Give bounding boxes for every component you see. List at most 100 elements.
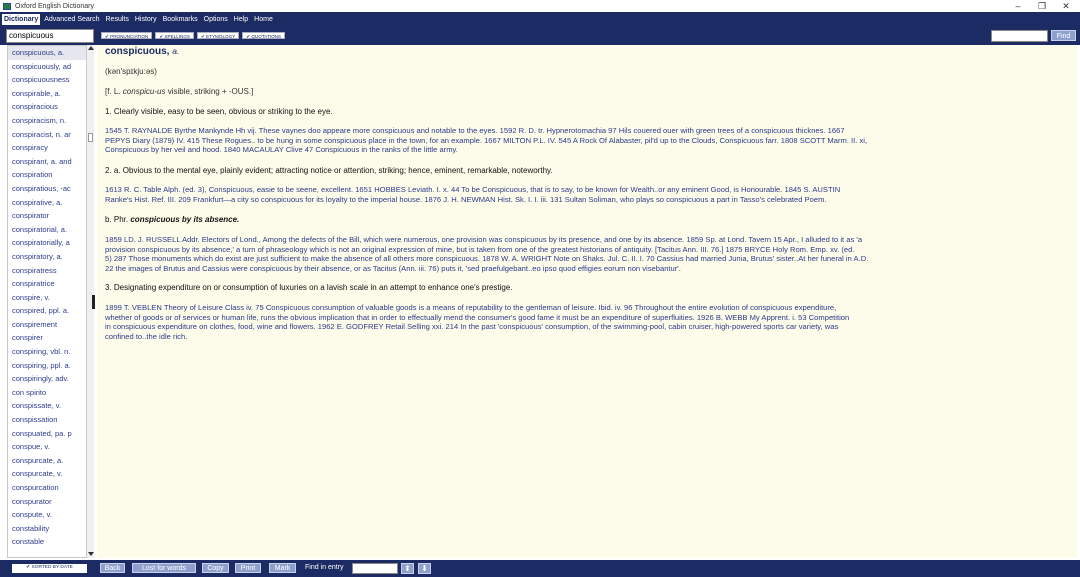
quotation-line: whether of goods or of services or human… [105,312,850,322]
menu-bar: Dictionary Advanced Search Results Histo… [0,12,1080,26]
mark-button[interactable]: Mark [269,563,296,573]
scroll-up-icon[interactable] [88,46,94,50]
quotations-sense-2a: 1613 R. C. Table Alph. (ed. 3), Conspicu… [105,185,1060,204]
quotation-line: confined to..the idle rich. [105,331,188,341]
word-list-item[interactable]: conspue, v. [8,440,93,454]
sense-3: 3. Designating expenditure on or consump… [105,283,513,292]
search-input[interactable]: conspicuous [6,29,94,43]
quotation-line: 1899 T. VEBLEN Theory of Leisure Class i… [105,303,837,312]
close-button[interactable]: ✕ [1056,0,1076,12]
maximize-button[interactable]: ❐ [1032,0,1052,12]
word-list-item[interactable]: conspiratious, -ac [8,182,93,196]
word-list-item[interactable]: conspuated, pa. p [8,427,93,441]
menu-bookmarks[interactable]: Bookmarks [161,14,200,25]
scroll-thumb[interactable] [88,133,93,142]
word-list-item[interactable]: conspiracious [8,100,93,114]
quotation-line: Conspicuous by her veil and hood. 1840 M… [105,145,458,155]
word-list-item[interactable]: conspicuous, a. [8,46,93,60]
filter-bar: ✔ PRONUNCIATION ✔ SPELLINGS ✔ ETYMOLOGY … [101,32,288,39]
quotations-sense-1: 1545 T. RAYNALDE Byrthe Mankynde Hh vij.… [105,126,1060,155]
word-list-item[interactable]: conspiracism, n. [8,114,93,128]
word-list-item[interactable]: conspiratory, a. [8,250,93,264]
word-list-item[interactable]: conspirement [8,318,93,332]
word-list-item[interactable]: conspicuousness [8,73,93,87]
word-list-item[interactable]: conspirant, a. and [8,155,93,169]
find-next-icon[interactable]: ⬇ [418,563,431,574]
etymology-word: conspicu-us [122,87,166,96]
title-bar: Oxford English Dictionary – ❐ ✕ [0,0,1080,12]
find-button[interactable]: Find [1051,30,1076,41]
word-list-item[interactable]: conspiratorially, a [8,236,93,250]
menu-dictionary[interactable]: Dictionary [2,13,41,25]
word-list-item[interactable]: conspiringly, adv. [8,372,93,386]
word-list-item[interactable]: conspiracist, n. ar [8,128,93,142]
copy-button[interactable]: Copy [202,563,229,573]
word-list-item[interactable]: conspiratress [8,264,93,278]
word-list-item[interactable]: constable [8,535,93,549]
word-list-item[interactable]: constability [8,522,93,536]
quotation-line: PEPYS Diary (1879) IV. 415 These Rogues.… [105,135,868,145]
word-list-item[interactable]: conspirator [8,209,93,223]
word-list-item[interactable]: conspissation [8,413,93,427]
menu-results[interactable]: Results [104,14,131,25]
word-list-item[interactable]: conspurcate, a. [8,454,93,468]
word-list-item[interactable]: conspissate, v. [8,399,93,413]
quotation-line: 1545 T. RAYNALDE Byrthe Mankynde Hh vij.… [105,126,845,135]
bottom-bar: ✔ SORTED BY DATE Back Lost for words Cop… [0,560,1080,577]
menu-history[interactable]: History [133,14,159,25]
back-button[interactable]: Back [100,563,125,573]
quotation-line: 1613 R. C. Table Alph. (ed. 3), Conspicu… [105,185,841,194]
headword-text: conspicuous, [105,46,170,57]
word-list-item[interactable]: conspirative, a. [8,196,93,210]
filter-quotations[interactable]: ✔ QUOTATIONS [242,32,286,39]
word-list: conspicuous, a. conspicuously, ad conspi… [7,45,94,558]
quotations-sense-3: 1899 T. VEBLEN Theory of Leisure Class i… [105,303,1060,341]
word-list-item[interactable]: conspiracy [8,141,93,155]
window-title: Oxford English Dictionary [15,2,94,10]
app-icon [3,2,11,10]
minimize-button[interactable]: – [1008,0,1028,12]
headword: conspicuous, a. [105,46,179,57]
entry-divider-handle[interactable] [92,295,95,309]
word-list-item[interactable]: conspute, v. [8,508,93,522]
etymology: [f. L. conspicu-us visible, striking + -… [105,87,253,96]
filter-pronunciation[interactable]: ✔ PRONUNCIATION [101,32,153,39]
sense-2b-label: b. Phr. [105,215,131,224]
word-list-item[interactable]: conspiring, ppl. a. [8,359,93,373]
find-input[interactable] [991,30,1048,42]
word-list-item[interactable]: conspurator [8,495,93,509]
word-list-item[interactable]: conspiratrice [8,277,93,291]
find-previous-icon[interactable]: ⬆ [401,563,414,574]
filter-spellings[interactable]: ✔ SPELLINGS [155,32,194,39]
menu-advanced-search[interactable]: Advanced Search [42,14,101,25]
pronunciation: (kən'spɪkju:əs) [105,67,157,76]
word-list-item[interactable]: conspired, ppl. a. [8,304,93,318]
quotation-line: in conspicuous expenditure on clothes, f… [105,322,839,332]
word-list-item[interactable]: con spirito [8,386,93,400]
menu-home[interactable]: Home [252,14,275,25]
quotation-line: 5) 287 Those monuments which do exist ar… [105,254,869,264]
toolbar: conspicuous ✔ PRONUNCIATION ✔ SPELLINGS … [0,26,1080,45]
entry-pane: conspicuous, a. (kən'spɪkju:əs) [f. L. c… [97,45,1077,558]
quotation-line: 1859 LD. J. RUSSELL Addr. Electors of Lo… [105,235,863,244]
word-list-item[interactable]: conspurcate, v. [8,467,93,481]
word-list-item[interactable]: conspirable, a. [8,87,93,101]
sort-by-date-toggle[interactable]: ✔ SORTED BY DATE [12,564,87,573]
word-list-item[interactable]: conspire, v. [8,291,93,305]
menu-help[interactable]: Help [232,14,250,25]
word-list-item[interactable]: conspurcation [8,481,93,495]
word-list-item[interactable]: conspicuously, ad [8,60,93,74]
quotations-sense-2b: 1859 LD. J. RUSSELL Addr. Electors of Lo… [105,235,1060,273]
find-in-entry-input[interactable] [352,563,398,574]
scroll-down-icon[interactable] [88,552,94,556]
word-list-item[interactable]: conspiring, vbl. n. [8,345,93,359]
etymology-prefix: [f. L. [105,87,123,96]
print-button[interactable]: Print [235,563,261,573]
word-list-item[interactable]: conspirer [8,331,93,345]
filter-etymology[interactable]: ✔ ETYMOLOGY [197,32,240,39]
lost-for-words-button[interactable]: Lost for words [132,563,196,573]
menu-options[interactable]: Options [202,14,230,25]
word-list-item[interactable]: conspiratorial, a. [8,223,93,237]
word-list-item[interactable]: conspiration [8,168,93,182]
etymology-suffix: visible, striking + -OUS.] [165,87,254,96]
